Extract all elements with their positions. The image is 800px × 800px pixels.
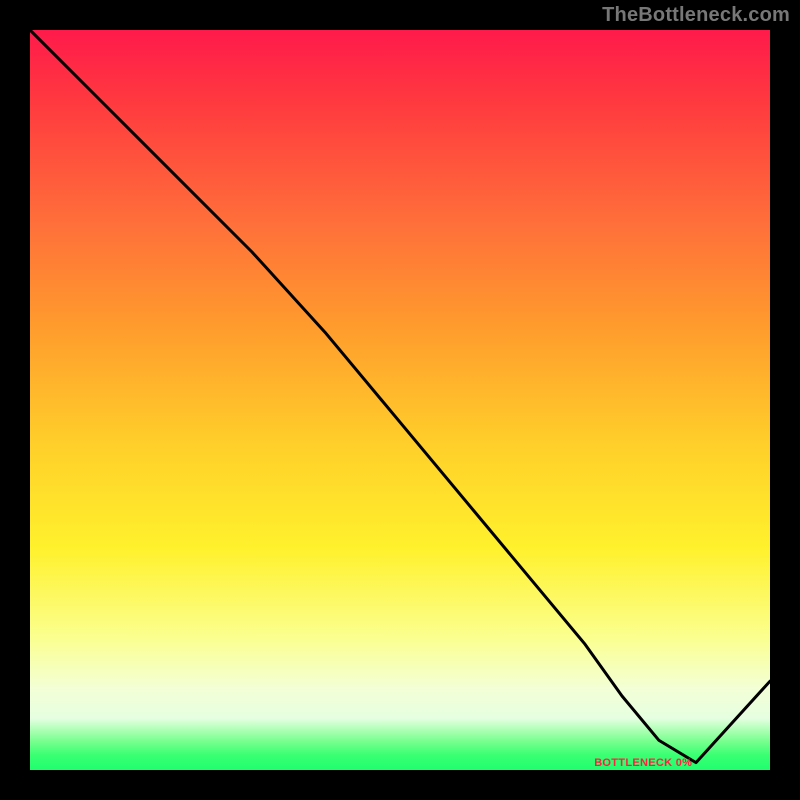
watermark-text: TheBottleneck.com — [602, 4, 790, 27]
curve-path — [30, 30, 770, 763]
bottleneck-zero-label: BOTTLENECK 0% — [594, 757, 692, 769]
bottleneck-curve — [30, 30, 770, 770]
chart-frame: TheBottleneck.com BOTTLENECK 0% — [0, 0, 800, 800]
